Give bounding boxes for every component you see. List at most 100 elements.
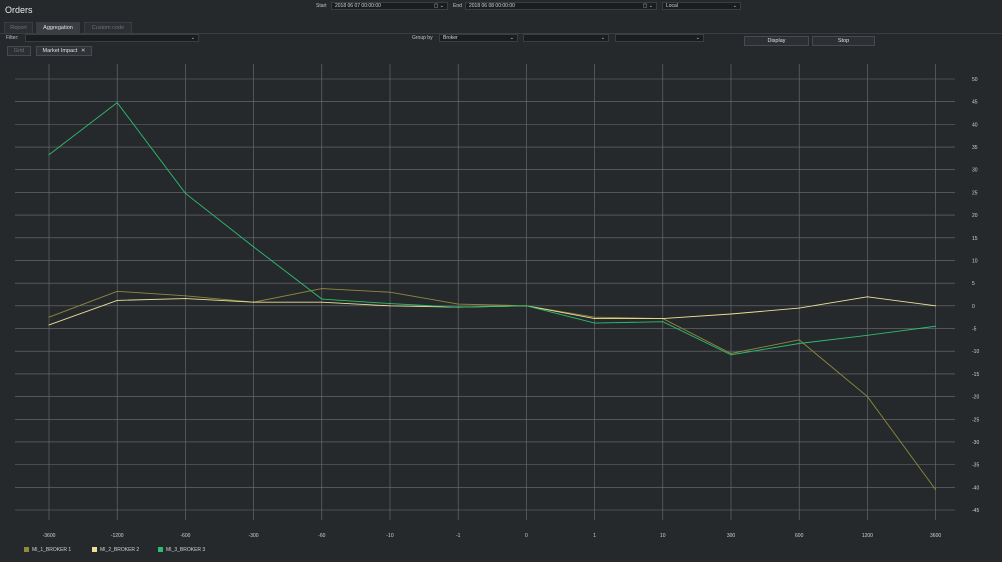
y-tick-label: -45 [972,508,979,514]
series-1-point [321,288,323,290]
series-1-point [866,396,868,398]
tab-report[interactable]: Report [4,22,33,33]
chevron-down-icon: ⌄ [190,35,195,41]
legend-label: MI_2_BROKER 2 [100,547,140,553]
series-3-point [798,342,800,344]
y-tick-label: -5 [972,327,977,333]
legend-label: MI_3_BROKER 3 [166,547,206,553]
y-tick-label: -15 [972,372,979,378]
series-2-point [594,318,596,320]
y-tick-label: 35 [972,145,978,151]
series-line-2 [48,296,936,326]
x-tick-label: 3600 [930,533,941,539]
y-tick-label: -10 [972,349,979,355]
tab-aggregation[interactable]: Aggregation [36,22,80,33]
y-tick-label: 5 [972,281,975,287]
start-date-field[interactable]: 2018 06 07 00:00:00 ▢ ⌄ [331,2,448,10]
series-3-point [866,334,868,336]
x-tick-label: -3600 [43,533,56,539]
series-1-point [184,295,186,297]
y-tick-label: -25 [972,417,979,423]
series-1-point [935,489,937,491]
page-title: Orders [5,5,33,15]
series-2-point [935,305,937,307]
series-2-point [116,299,118,301]
tab-custom-code[interactable]: Custom code [84,22,132,33]
y-tick-label: 20 [972,213,978,219]
filter-input[interactable]: ⌄ [25,34,199,42]
calendar-dropdown-icon[interactable]: ▢ ⌄ [434,3,444,9]
x-tick-label: -1 [456,533,461,539]
chevron-down-icon: ⌄ [509,35,514,41]
x-tick-label: 1 [593,533,596,539]
group-by-select[interactable]: Broker ⌄ [439,34,518,42]
legend-swatch [92,547,97,552]
series-1-point [389,291,391,293]
market-impact-tab[interactable]: Market Impact ⨯ [36,46,92,56]
y-tick-label: 10 [972,258,978,264]
legend-label: MI_1_BROKER 1 [32,547,72,553]
series-3-point [730,354,732,356]
y-tick-label: 0 [972,304,975,310]
y-tick-label: 25 [972,190,978,196]
y-tick-label: -30 [972,440,979,446]
x-tick-label: -1200 [111,533,124,539]
y-tick-label: 30 [972,168,978,174]
series-2-point [730,313,732,315]
series-3-point [321,298,323,300]
chart-series [48,101,937,491]
chevron-down-icon: ⌄ [732,3,737,9]
display-button[interactable]: Display [744,36,809,46]
series-2-point [184,298,186,300]
start-date-value: 2018 06 07 00:00:00 [335,3,381,9]
series-1-point [48,316,50,318]
filter-label: Filter: [6,35,19,41]
series-3-point [662,321,664,323]
market-impact-chart: 50454035302520151050-5-10-15-20-25-30-35… [15,64,980,539]
series-3-point [48,154,50,156]
series-2-point [321,301,323,303]
legend-item-3[interactable]: MI_3_BROKER 3 [158,547,205,553]
x-tick-label: 0 [525,533,528,539]
legend-item-2[interactable]: MI_2_BROKER 2 [92,547,139,553]
x-tick-label: 600 [795,533,804,539]
y-tick-label: 45 [972,100,978,106]
series-2-point [866,296,868,298]
y-tick-label: 15 [972,236,978,242]
close-icon[interactable]: ⨯ [81,48,86,54]
series-3-point [457,306,459,308]
series-2-point [389,305,391,307]
legend-swatch [24,547,29,552]
timezone-select[interactable]: Local ⌄ [662,2,741,10]
series-3-point [525,305,527,307]
end-date-value: 2018 06 08 00:00:00 [469,3,515,9]
series-3-point [184,192,186,194]
grid-button[interactable]: Grid [7,46,31,56]
series-1-point [730,352,732,354]
series-2-point [253,301,255,303]
y-tick-label: -20 [972,395,979,401]
chart-tick-labels: 50454035302520151050-5-10-15-20-25-30-35… [43,77,980,539]
legend-item-1[interactable]: MI_1_BROKER 1 [24,547,71,553]
y-tick-label: -35 [972,463,979,469]
chevron-down-icon: ⌄ [695,35,700,41]
end-date-field[interactable]: 2018 06 08 00:00:00 ▢ ⌄ [465,2,657,10]
group-by-third-select[interactable]: ⌄ [615,34,704,42]
series-3-point [389,303,391,305]
x-tick-label: -600 [180,533,190,539]
calendar-dropdown-icon[interactable]: ▢ ⌄ [643,3,653,9]
x-tick-label: 300 [727,533,736,539]
group-by-label: Group by [412,35,433,41]
y-tick-label: -40 [972,485,979,491]
series-line-3 [48,101,936,356]
series-3-point [935,325,937,327]
legend-swatch [158,547,163,552]
group-by-second-select[interactable]: ⌄ [523,34,609,42]
chevron-down-icon: ⌄ [600,35,605,41]
x-tick-label: -60 [318,533,325,539]
series-1-point [798,339,800,341]
series-2-point [798,307,800,309]
stop-button[interactable]: Stop [812,36,875,46]
y-tick-label: 40 [972,122,978,128]
group-by-value: Broker [443,35,458,41]
